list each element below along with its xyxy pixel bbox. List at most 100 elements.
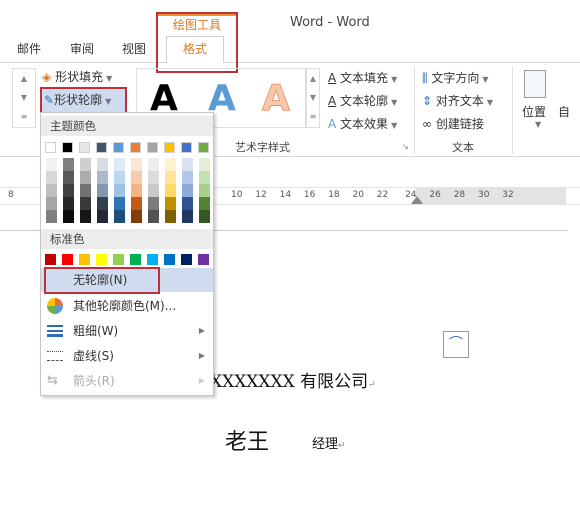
theme-shade-swatch[interactable]: [63, 197, 74, 210]
menu-item-dashes[interactable]: 虚线(S) ▶: [41, 344, 213, 368]
theme-shade-swatch[interactable]: [199, 210, 210, 223]
position-icon: [524, 70, 546, 98]
ruler-tick: 28: [453, 190, 466, 200]
theme-shade-swatch[interactable]: [114, 197, 125, 210]
align-text-button[interactable]: ⇕ 对齐文本 ▼: [422, 92, 493, 109]
theme-shade-swatch[interactable]: [199, 184, 210, 197]
theme-shade-swatch[interactable]: [199, 197, 210, 210]
shape-fill-button[interactable]: ◈ 形状填充 ▼: [42, 68, 112, 85]
wordart-scroll[interactable]: ▲ ▼ ≡: [306, 68, 320, 128]
theme-color-swatch[interactable]: [62, 142, 73, 153]
theme-shade-swatch[interactable]: [182, 197, 193, 210]
standard-color-swatch[interactable]: [96, 254, 107, 265]
wordart-orange[interactable]: A: [262, 78, 291, 120]
create-link-button[interactable]: ∞ 创建链接: [422, 115, 484, 132]
theme-shade-swatch[interactable]: [63, 171, 74, 184]
theme-color-swatch[interactable]: [96, 142, 107, 153]
theme-shade-swatch[interactable]: [114, 158, 125, 171]
theme-shade-swatch[interactable]: [182, 210, 193, 223]
theme-color-swatch[interactable]: [130, 142, 141, 153]
theme-shade-swatch[interactable]: [182, 158, 193, 171]
submenu-arrow-icon: ▶: [198, 351, 205, 360]
standard-color-swatch[interactable]: [147, 254, 158, 265]
theme-shade-swatch[interactable]: [80, 184, 91, 197]
theme-shade-swatch[interactable]: [46, 197, 57, 210]
theme-shade-swatch[interactable]: [131, 158, 142, 171]
theme-color-swatch[interactable]: [79, 142, 90, 153]
theme-shade-swatch[interactable]: [131, 171, 142, 184]
theme-shade-swatch[interactable]: [63, 184, 74, 197]
theme-color-swatch[interactable]: [147, 142, 158, 153]
theme-shade-swatch[interactable]: [165, 171, 176, 184]
theme-shade-swatch[interactable]: [97, 171, 108, 184]
theme-shade-swatch[interactable]: [165, 197, 176, 210]
dialog-launcher-icon[interactable]: ↘: [402, 142, 409, 151]
theme-shade-swatch[interactable]: [114, 171, 125, 184]
theme-color-swatch[interactable]: [164, 142, 175, 153]
standard-color-swatch[interactable]: [79, 254, 90, 265]
standard-color-swatch[interactable]: [164, 254, 175, 265]
theme-shade-swatch[interactable]: [199, 171, 210, 184]
theme-shade-swatch[interactable]: [165, 210, 176, 223]
theme-shade-swatch[interactable]: [148, 210, 159, 223]
theme-shade-swatch[interactable]: [148, 171, 159, 184]
highlight-box-format: [156, 12, 238, 73]
indent-marker[interactable]: [411, 196, 423, 204]
tab-view[interactable]: 视图: [122, 40, 146, 57]
theme-shade-swatch[interactable]: [131, 197, 142, 210]
theme-shade-swatch[interactable]: [80, 158, 91, 171]
theme-shade-swatch[interactable]: [182, 171, 193, 184]
theme-shade-swatch[interactable]: [97, 158, 108, 171]
theme-shade-swatch[interactable]: [199, 158, 210, 171]
theme-shade-swatch[interactable]: [148, 197, 159, 210]
theme-shade-swatch[interactable]: [80, 171, 91, 184]
theme-shade-swatch[interactable]: [165, 184, 176, 197]
theme-shade-swatch[interactable]: [165, 158, 176, 171]
theme-shade-swatch[interactable]: [114, 210, 125, 223]
theme-color-swatch[interactable]: [181, 142, 192, 153]
highlight-box-no-outline: [44, 267, 160, 294]
shape-outline-menu: 主题颜色 标准色 无轮廓(N) 其他轮廓颜色(M)... 粗细(W) ▶ 虚线(S…: [40, 112, 214, 396]
standard-color-swatch[interactable]: [113, 254, 124, 265]
theme-shade-swatch[interactable]: [63, 210, 74, 223]
theme-shade-swatch[interactable]: [80, 210, 91, 223]
standard-color-swatch[interactable]: [62, 254, 73, 265]
shape-styles-scroll[interactable]: ▲ ▼ ≡: [12, 68, 36, 128]
theme-color-swatch[interactable]: [45, 142, 56, 153]
menu-item-more-colors[interactable]: 其他轮廓颜色(M)...: [41, 294, 213, 318]
position-button[interactable]: 位置: [522, 103, 546, 120]
wrap-text-button[interactable]: 自: [558, 103, 570, 120]
tab-mailings[interactable]: 邮件: [17, 40, 41, 57]
standard-color-swatch[interactable]: [130, 254, 141, 265]
theme-shade-swatch[interactable]: [46, 158, 57, 171]
theme-shade-swatch[interactable]: [46, 210, 57, 223]
tab-review[interactable]: 审阅: [70, 40, 94, 57]
theme-shade-swatch[interactable]: [97, 197, 108, 210]
theme-shade-swatch[interactable]: [131, 210, 142, 223]
layout-options-icon[interactable]: ⌒: [443, 331, 469, 358]
theme-shade-swatch[interactable]: [148, 158, 159, 171]
text-effect-button[interactable]: A 文本效果 ▼: [328, 115, 397, 132]
theme-shade-swatch[interactable]: [148, 184, 159, 197]
theme-color-swatch[interactable]: [113, 142, 124, 153]
standard-color-swatch[interactable]: [198, 254, 209, 265]
theme-shade-swatch[interactable]: [46, 171, 57, 184]
ruler-tick: 16: [303, 190, 316, 200]
theme-shade-swatch[interactable]: [46, 184, 57, 197]
theme-color-swatch[interactable]: [198, 142, 209, 153]
standard-color-swatch[interactable]: [181, 254, 192, 265]
text-fill-button[interactable]: A 文本填充 ▼: [328, 69, 397, 86]
theme-shade-swatch[interactable]: [97, 210, 108, 223]
theme-shade-swatch[interactable]: [131, 184, 142, 197]
company-line: XXXXXXX 有限公司↵: [210, 372, 376, 392]
text-outline-button[interactable]: A 文本轮廓 ▼: [328, 92, 397, 109]
standard-color-swatch[interactable]: [45, 254, 56, 265]
theme-shade-swatch[interactable]: [80, 197, 91, 210]
theme-shade-swatch[interactable]: [63, 158, 74, 171]
ruler-tick: 22: [376, 190, 389, 200]
menu-item-weight[interactable]: 粗细(W) ▶: [41, 319, 213, 343]
text-direction-button[interactable]: ⫼ 文字方向 ▼: [422, 69, 489, 86]
theme-shade-swatch[interactable]: [182, 184, 193, 197]
theme-shade-swatch[interactable]: [97, 184, 108, 197]
theme-shade-swatch[interactable]: [114, 184, 125, 197]
